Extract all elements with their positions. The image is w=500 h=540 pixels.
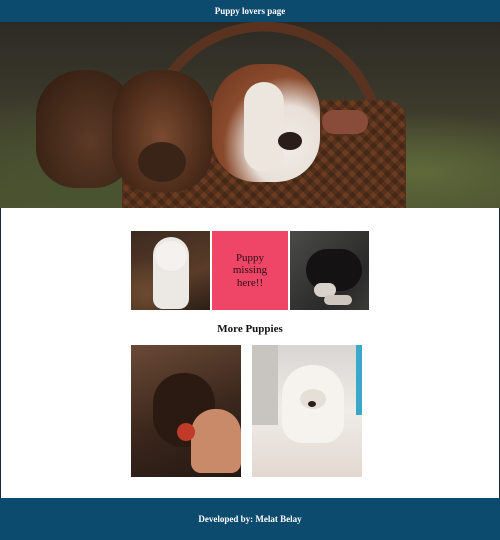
black-puppy-paw — [324, 295, 352, 305]
puppy-paw — [322, 110, 368, 134]
missing-puppy-tile: Puppy missing here!! — [212, 231, 288, 310]
gallery-image-puppy-in-hands — [131, 345, 241, 477]
footer-credit: Developed by: Melat Belay — [198, 514, 302, 524]
missing-puppy-text: Puppy missing here!! — [232, 251, 268, 289]
blue-stripe — [356, 345, 362, 415]
red-ball — [177, 423, 195, 441]
puppy-right-nose — [278, 132, 302, 150]
hero-image — [0, 22, 500, 208]
site-title: Puppy lovers page — [214, 6, 286, 16]
gallery-image-fluffy-white-puppy — [252, 345, 362, 477]
site-footer: Developed by: Melat Belay — [0, 498, 500, 540]
puppy-middle-muzzle — [138, 142, 186, 182]
gallery-image-black-puppy — [290, 231, 369, 310]
gallery-image-white-puppy — [131, 231, 210, 310]
background-door — [252, 345, 278, 425]
fluffy-puppy-nose — [308, 401, 316, 407]
puppy-right-blaze — [244, 82, 284, 172]
holding-hand — [191, 409, 241, 473]
white-puppy-head — [155, 241, 187, 271]
site-header: Puppy lovers page — [0, 0, 500, 22]
more-puppies-heading: More Puppies — [217, 323, 283, 335]
